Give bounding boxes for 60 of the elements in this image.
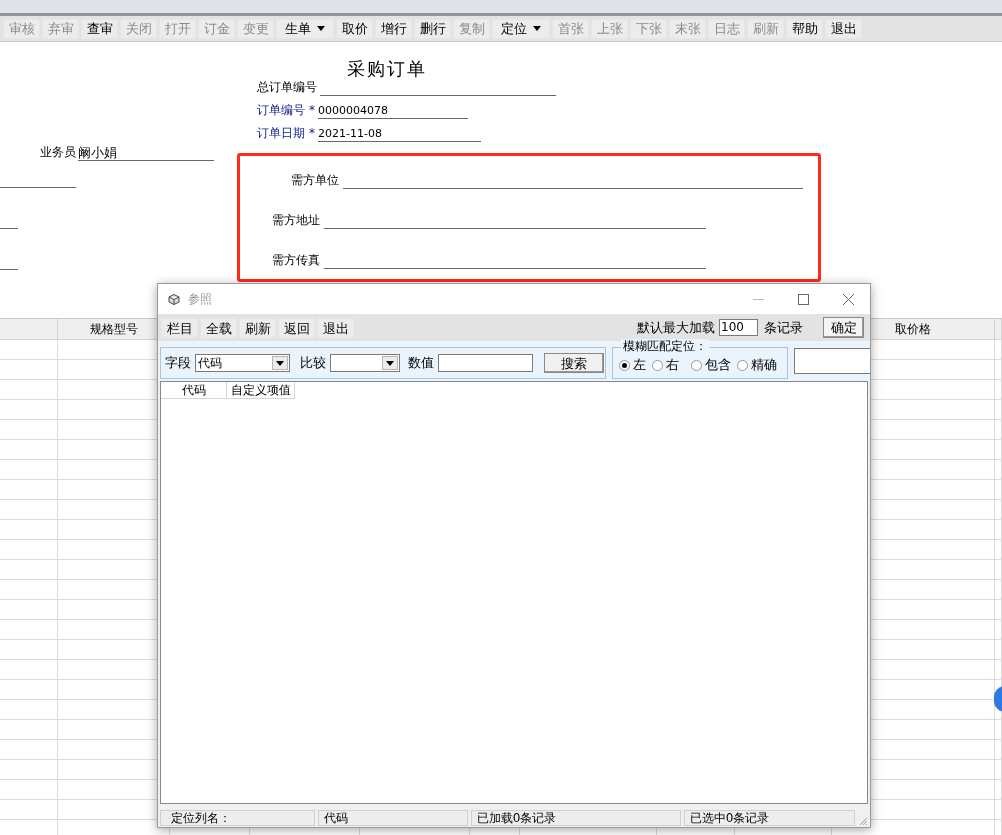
field-label: 需方地址 xyxy=(272,212,320,229)
radio-option[interactable]: 左 xyxy=(619,355,646,375)
toolbar-button[interactable]: 删行 xyxy=(414,18,451,39)
toolbar-button[interactable]: 帮助 xyxy=(786,18,823,39)
toolbar-button[interactable]: 增行 xyxy=(375,18,412,39)
column-header: 取价格 xyxy=(895,321,931,338)
status-cell: 定位列名： xyxy=(160,810,315,826)
toolbar-button[interactable]: 取价 xyxy=(336,18,373,39)
close-icon[interactable] xyxy=(843,293,854,305)
field-label: 数值 xyxy=(408,354,434,373)
resize-grip-icon[interactable] xyxy=(858,816,868,826)
required-mark: * xyxy=(309,102,315,119)
field-label: 需方传真 xyxy=(272,252,320,269)
radio-option[interactable]: 右 xyxy=(652,355,679,375)
column-header[interactable]: 代码 xyxy=(161,382,227,399)
group-title: 模糊匹配定位： xyxy=(621,339,709,353)
toolbar-button[interactable]: 查审 xyxy=(81,18,118,39)
toolbar-button[interactable]: 全载 xyxy=(200,317,237,338)
status-cell: 代码 xyxy=(317,810,468,826)
dropdown-select[interactable]: 代码 xyxy=(195,354,290,372)
max-load-label: 默认最大加载 xyxy=(637,318,715,337)
caret-icon xyxy=(533,26,541,31)
input-field[interactable]: 0000004078 xyxy=(318,103,468,119)
toolbar-button[interactable]: 定位 xyxy=(492,18,550,39)
max-load-suffix: 条记录 xyxy=(764,318,803,337)
field-label: 需方单位 xyxy=(291,172,339,189)
caret-icon xyxy=(276,360,284,366)
box-icon xyxy=(168,293,180,305)
field-label: 业务员 xyxy=(40,144,76,161)
salesperson-field[interactable]: 阚小娟 xyxy=(78,145,214,161)
toolbar-button[interactable]: 刷新 xyxy=(239,317,276,338)
input-field[interactable]: 2021-11-08 xyxy=(318,126,481,142)
field-label: 订单编号 xyxy=(257,102,305,119)
toolbar-button[interactable]: 返回 xyxy=(278,317,315,338)
radio-option[interactable]: 包含 xyxy=(691,355,731,375)
confirm-button[interactable]: 确定 xyxy=(823,317,864,338)
value-field[interactable] xyxy=(438,354,533,372)
toolbar-button[interactable]: 栏目 xyxy=(161,317,198,338)
status-cell: 已加载0条记录 xyxy=(470,810,681,826)
maximize-icon[interactable] xyxy=(798,293,809,305)
toolbar-button[interactable]: 退出 xyxy=(317,317,354,338)
field-label: 总订单编号 xyxy=(257,79,317,96)
locate-field[interactable] xyxy=(793,348,870,374)
status-cell: 已选中0条记录 xyxy=(683,810,856,826)
caret-icon xyxy=(317,26,325,31)
max-load-field[interactable]: 100 xyxy=(719,319,758,336)
toolbar-button[interactable]: 退出 xyxy=(825,18,862,39)
column-header: 规格型号 xyxy=(89,321,138,338)
field-label: 订单日期 xyxy=(257,125,305,142)
dialog-title: 参照 xyxy=(188,291,212,308)
form-title: 采购订单 xyxy=(346,58,428,80)
required-mark: * xyxy=(309,125,315,142)
field-label: 比较 xyxy=(300,354,326,373)
search-button[interactable]: 搜索 xyxy=(544,353,604,373)
dropdown-select[interactable] xyxy=(330,354,400,372)
radio-option[interactable]: 精确 xyxy=(737,355,777,375)
caret-icon xyxy=(386,360,394,366)
column-header[interactable]: 自定义项值 xyxy=(227,382,295,399)
field-label: 字段 xyxy=(165,354,191,373)
toolbar-button[interactable]: 生单 xyxy=(276,18,334,39)
